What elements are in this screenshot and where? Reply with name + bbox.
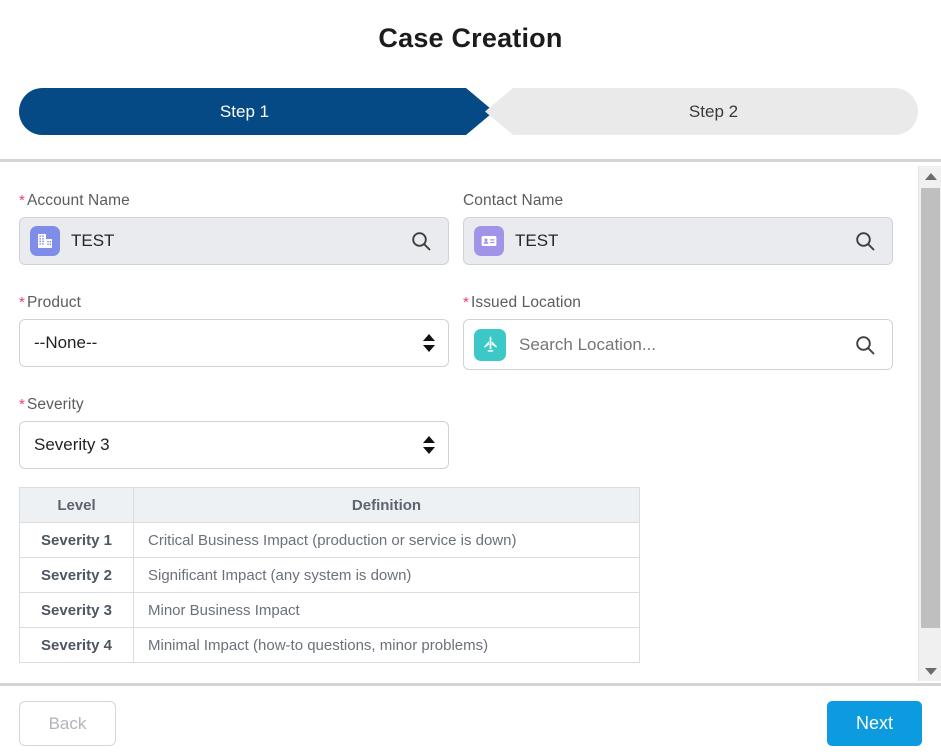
required-asterisk: * bbox=[19, 396, 25, 413]
table-row: Severity 1 Critical Business Impact (pro… bbox=[20, 523, 640, 558]
product-selected-value: --None-- bbox=[34, 333, 97, 353]
account-building-icon bbox=[30, 226, 60, 256]
required-asterisk: * bbox=[463, 294, 469, 311]
field-contact-name: Contact Name TEST bbox=[463, 192, 893, 265]
row-definition: Significant Impact (any system is down) bbox=[134, 558, 640, 593]
column-header-definition: Definition bbox=[134, 488, 640, 523]
severity-selected-value: Severity 3 bbox=[34, 435, 110, 455]
issued-location-lookup[interactable] bbox=[463, 319, 893, 370]
updown-arrows-icon[interactable] bbox=[423, 334, 435, 352]
product-select[interactable]: --None-- bbox=[19, 319, 449, 367]
required-asterisk: * bbox=[19, 192, 25, 209]
severity-select[interactable]: Severity 3 bbox=[19, 421, 449, 469]
contact-card-icon bbox=[474, 226, 504, 256]
row-level: Severity 2 bbox=[20, 558, 134, 593]
search-icon[interactable] bbox=[410, 230, 432, 252]
account-name-label-text: Account Name bbox=[27, 192, 130, 209]
table-header-row: Level Definition bbox=[20, 488, 640, 523]
search-icon[interactable] bbox=[854, 230, 876, 252]
account-name-lookup[interactable]: TEST bbox=[19, 217, 449, 265]
account-name-label: *Account Name bbox=[19, 192, 449, 210]
issued-location-label: *Issued Location bbox=[463, 294, 893, 312]
field-issued-location: *Issued Location bbox=[463, 294, 893, 370]
field-account-name: *Account Name bbox=[19, 192, 449, 265]
step-2-tab[interactable]: Step 2 bbox=[485, 88, 918, 135]
field-severity: *Severity Severity 3 bbox=[19, 396, 449, 469]
vertical-scrollbar[interactable] bbox=[918, 166, 941, 681]
column-header-level: Level bbox=[20, 488, 134, 523]
account-name-value: TEST bbox=[71, 231, 410, 251]
row-level: Severity 3 bbox=[20, 593, 134, 628]
severity-definition-table: Level Definition Severity 1 Critical Bus… bbox=[19, 487, 640, 663]
header-divider bbox=[0, 159, 941, 162]
step-1-tab[interactable]: Step 1 bbox=[19, 88, 494, 135]
table-row: Severity 4 Minimal Impact (how-to questi… bbox=[20, 628, 640, 663]
back-button[interactable]: Back bbox=[19, 701, 116, 746]
updown-arrows-icon[interactable] bbox=[423, 436, 435, 454]
contact-name-lookup[interactable]: TEST bbox=[463, 217, 893, 265]
table-row: Severity 3 Minor Business Impact bbox=[20, 593, 640, 628]
row-level: Severity 4 bbox=[20, 628, 134, 663]
issued-location-input[interactable] bbox=[517, 334, 854, 356]
contact-name-label: Contact Name bbox=[463, 192, 893, 210]
next-button[interactable]: Next bbox=[827, 701, 922, 746]
case-form: *Account Name bbox=[0, 166, 918, 681]
step-progress-bar: Step 1 Step 2 bbox=[19, 88, 918, 135]
field-product: *Product --None-- bbox=[19, 294, 449, 367]
location-airplane-icon bbox=[474, 329, 506, 361]
table-row: Severity 2 Significant Impact (any syste… bbox=[20, 558, 640, 593]
form-footer: Back Next bbox=[0, 686, 941, 755]
severity-label-text: Severity bbox=[27, 396, 84, 413]
product-label: *Product bbox=[19, 294, 449, 312]
product-label-text: Product bbox=[27, 294, 81, 311]
scroll-down-arrow-icon[interactable] bbox=[919, 661, 941, 681]
step-2-label: Step 2 bbox=[689, 102, 738, 122]
issued-location-label-text: Issued Location bbox=[471, 294, 581, 311]
row-definition: Minor Business Impact bbox=[134, 593, 640, 628]
row-level: Severity 1 bbox=[20, 523, 134, 558]
search-icon[interactable] bbox=[854, 334, 876, 356]
severity-label: *Severity bbox=[19, 396, 449, 414]
contact-name-value: TEST bbox=[515, 231, 854, 251]
contact-name-label-text: Contact Name bbox=[463, 192, 563, 209]
scroll-up-arrow-icon[interactable] bbox=[919, 166, 941, 186]
case-creation-page: Case Creation Step 1 Step 2 *Account Nam… bbox=[0, 0, 941, 755]
row-definition: Minimal Impact (how-to questions, minor … bbox=[134, 628, 640, 663]
page-title: Case Creation bbox=[0, 0, 941, 54]
required-asterisk: * bbox=[19, 294, 25, 311]
row-definition: Critical Business Impact (production or … bbox=[134, 523, 640, 558]
scrollbar-thumb[interactable] bbox=[921, 188, 940, 628]
step-1-label: Step 1 bbox=[220, 102, 269, 122]
